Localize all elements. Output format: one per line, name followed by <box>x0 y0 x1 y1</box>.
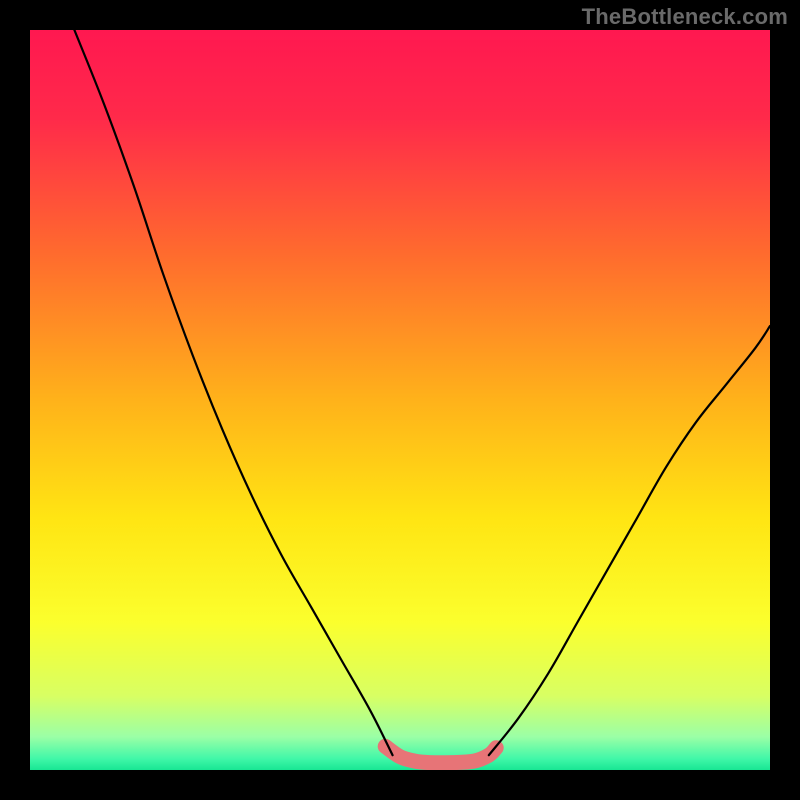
chart-plot-area <box>30 30 770 770</box>
chart-svg <box>30 30 770 770</box>
watermark-text: TheBottleneck.com <box>582 4 788 30</box>
gradient-background <box>30 30 770 770</box>
chart-frame: TheBottleneck.com <box>0 0 800 800</box>
